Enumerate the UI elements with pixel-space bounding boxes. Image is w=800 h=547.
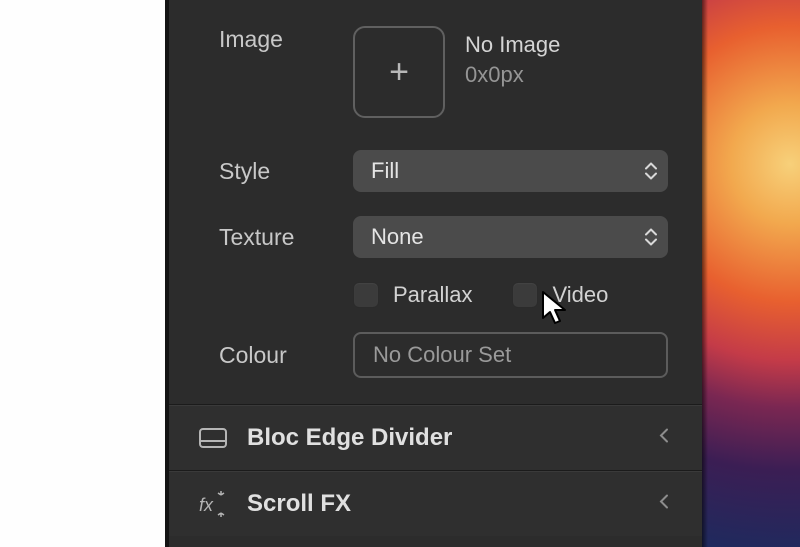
style-value: Fill: [371, 158, 399, 184]
plus-icon: +: [389, 53, 409, 92]
panel-right-shadow: [702, 0, 708, 547]
texture-row: Texture None: [219, 216, 668, 258]
add-image-well[interactable]: +: [353, 26, 445, 118]
svg-text:fx: fx: [199, 495, 214, 515]
parallax-label: Parallax: [393, 282, 472, 308]
scroll-fx-row[interactable]: fx Scroll FX: [169, 471, 702, 536]
chevron-left-icon: [658, 494, 670, 515]
style-label: Style: [219, 158, 353, 185]
checkbox-row: Parallax Video: [219, 282, 668, 308]
parallax-checkbox[interactable]: [353, 282, 379, 308]
colour-well[interactable]: No Colour Set: [353, 332, 668, 378]
image-label: Image: [219, 26, 353, 53]
texture-label: Texture: [219, 224, 353, 251]
image-name: No Image: [465, 32, 560, 58]
image-meta: No Image 0x0px: [465, 26, 560, 88]
inspector-panel: Image + No Image 0x0px Style Fill: [169, 0, 702, 547]
style-row: Style Fill: [219, 150, 668, 192]
style-select[interactable]: Fill: [353, 150, 668, 192]
colour-label: Colour: [219, 342, 353, 369]
bloc-edge-divider-row[interactable]: Bloc Edge Divider: [169, 405, 702, 471]
video-checkbox[interactable]: [512, 282, 538, 308]
image-dimensions: 0x0px: [465, 62, 560, 88]
left-margin: [0, 0, 165, 547]
image-row: Image + No Image 0x0px: [219, 26, 668, 118]
colour-value: No Colour Set: [373, 342, 511, 367]
style-select-wrap: Fill: [353, 150, 668, 192]
video-label: Video: [552, 282, 608, 308]
parallax-group: Parallax: [353, 282, 472, 308]
bloc-edge-divider-title: Bloc Edge Divider: [247, 424, 452, 452]
texture-select-wrap: None: [353, 216, 668, 258]
desktop-wallpaper: [702, 0, 800, 547]
chevron-left-icon: [658, 428, 670, 449]
video-group: Video: [512, 282, 608, 308]
colour-row: Colour No Colour Set: [219, 332, 668, 378]
scroll-fx-icon: fx: [197, 491, 229, 517]
divider-icon: [197, 428, 229, 448]
background-section: Image + No Image 0x0px Style Fill: [169, 0, 702, 405]
texture-value: None: [371, 224, 424, 250]
texture-select[interactable]: None: [353, 216, 668, 258]
scroll-fx-title: Scroll FX: [247, 490, 351, 518]
